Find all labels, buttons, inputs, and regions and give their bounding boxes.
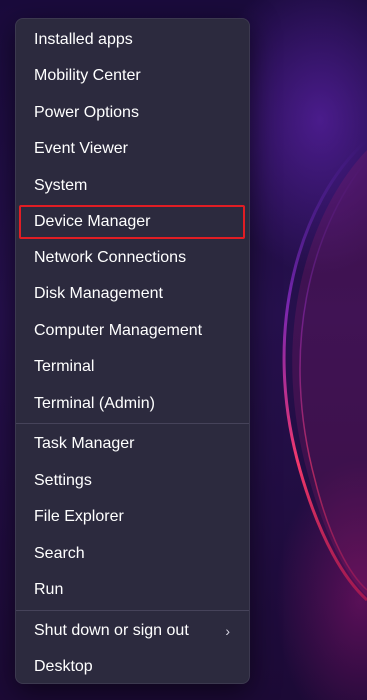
menu-item-label: Shut down or sign out	[34, 621, 189, 639]
menu-item-shut-down-or-sign-out[interactable]: Shut down or sign out ›	[16, 613, 249, 649]
chevron-right-icon: ›	[225, 622, 230, 639]
menu-item-event-viewer[interactable]: Event Viewer	[16, 131, 249, 167]
menu-item-disk-management[interactable]: Disk Management	[16, 276, 249, 312]
quick-link-menu: Installed apps Mobility Center Power Opt…	[15, 18, 250, 684]
menu-item-device-manager[interactable]: Device Manager	[19, 204, 245, 239]
menu-item-terminal[interactable]: Terminal	[16, 349, 249, 385]
menu-item-search[interactable]: Search	[16, 536, 249, 572]
menu-item-network-connections[interactable]: Network Connections	[16, 240, 249, 276]
menu-item-desktop[interactable]: Desktop	[16, 649, 249, 685]
menu-item-run[interactable]: Run	[16, 572, 249, 608]
menu-item-system[interactable]: System	[16, 168, 249, 204]
menu-item-installed-apps[interactable]: Installed apps	[16, 22, 249, 58]
menu-item-settings[interactable]: Settings	[16, 463, 249, 499]
menu-item-file-explorer[interactable]: File Explorer	[16, 499, 249, 535]
menu-item-terminal-admin[interactable]: Terminal (Admin)	[16, 386, 249, 422]
menu-item-computer-management[interactable]: Computer Management	[16, 313, 249, 349]
menu-separator	[16, 609, 249, 611]
menu-item-task-manager[interactable]: Task Manager	[16, 426, 249, 462]
menu-separator	[16, 423, 249, 425]
menu-item-mobility-center[interactable]: Mobility Center	[16, 58, 249, 94]
menu-item-power-options[interactable]: Power Options	[16, 95, 249, 131]
